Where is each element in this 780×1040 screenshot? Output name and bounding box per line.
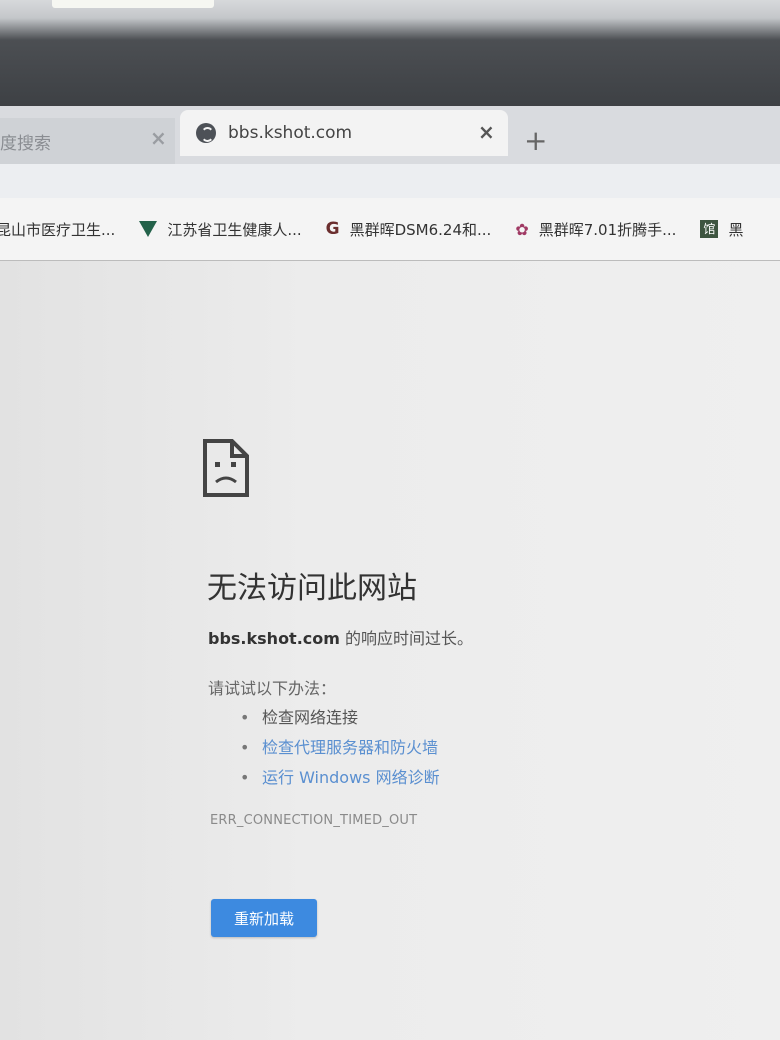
suggestions-list: 检查网络连接 检查代理服务器和防火墙 运行 Windows 网络诊断 bbox=[240, 703, 440, 793]
tab-active[interactable]: bbs.kshot.com × bbox=[180, 110, 508, 156]
close-icon[interactable]: × bbox=[478, 120, 495, 144]
reload-button[interactable]: 重新加载 bbox=[211, 899, 317, 937]
sad-page-icon bbox=[203, 439, 249, 497]
green-v-icon bbox=[139, 221, 158, 237]
suggestion-check-network: 检查网络连接 bbox=[240, 703, 440, 733]
page-title: 无法访问此网站 bbox=[207, 571, 417, 606]
suggestion-run-diagnostics-link[interactable]: 运行 Windows 网络诊断 bbox=[240, 763, 440, 793]
suggestions-heading: 请试试以下办法： bbox=[208, 679, 337, 698]
tab-search[interactable]: 度搜索 × bbox=[0, 118, 175, 164]
window-glare bbox=[52, 0, 214, 8]
error-description-text: 的响应时间过长。 bbox=[339, 629, 474, 648]
bookmark-item[interactable]: G 黑群晖DSM6.24和... bbox=[326, 219, 492, 240]
bookmark-label: 黑群晖7.01折腾手... bbox=[538, 220, 677, 239]
tab-search-label: 度搜索 bbox=[0, 133, 51, 154]
bookmark-label: 黑群晖DSM6.24和... bbox=[349, 220, 492, 239]
error-page: 无法访问此网站 bbs.kshot.com 的响应时间过长。 请试试以下办法： … bbox=[0, 261, 780, 1040]
bookmark-item[interactable]: 江苏省卫生健康人... bbox=[139, 219, 302, 240]
suggestion-check-proxy-link[interactable]: 检查代理服务器和防火墙 bbox=[240, 733, 440, 763]
bookmark-label: 昆山市医疗卫生... bbox=[0, 220, 116, 239]
host-name: bbs.kshot.com bbox=[208, 629, 340, 648]
bookmarks-bar: 昆山市医疗卫生... 江苏省卫生健康人... G 黑群晖DSM6.24和... … bbox=[0, 198, 780, 261]
flower-icon: ✿ bbox=[515, 219, 529, 239]
new-tab-button[interactable]: + bbox=[524, 124, 547, 157]
toolbar bbox=[0, 164, 780, 198]
bookmark-label: 黑 bbox=[728, 220, 744, 239]
error-description: bbs.kshot.com 的响应时间过长。 bbox=[208, 625, 473, 649]
g-logo-icon: G bbox=[325, 219, 340, 239]
monitor-bezel bbox=[0, 0, 780, 112]
globe-icon bbox=[196, 123, 216, 143]
close-icon[interactable]: × bbox=[150, 126, 167, 150]
bookmark-label: 江苏省卫生健康人... bbox=[167, 220, 302, 239]
bookmark-item[interactable]: ✿ 黑群晖7.01折腾手... bbox=[515, 219, 676, 240]
tab-active-label: bbs.kshot.com bbox=[228, 123, 353, 143]
green-box-icon: 馆 bbox=[700, 220, 719, 238]
error-code: ERR_CONNECTION_TIMED_OUT bbox=[210, 813, 418, 828]
bookmark-item[interactable]: 昆山市医疗卫生... bbox=[0, 219, 115, 240]
bookmark-item[interactable]: 馆 黑 bbox=[700, 219, 743, 240]
